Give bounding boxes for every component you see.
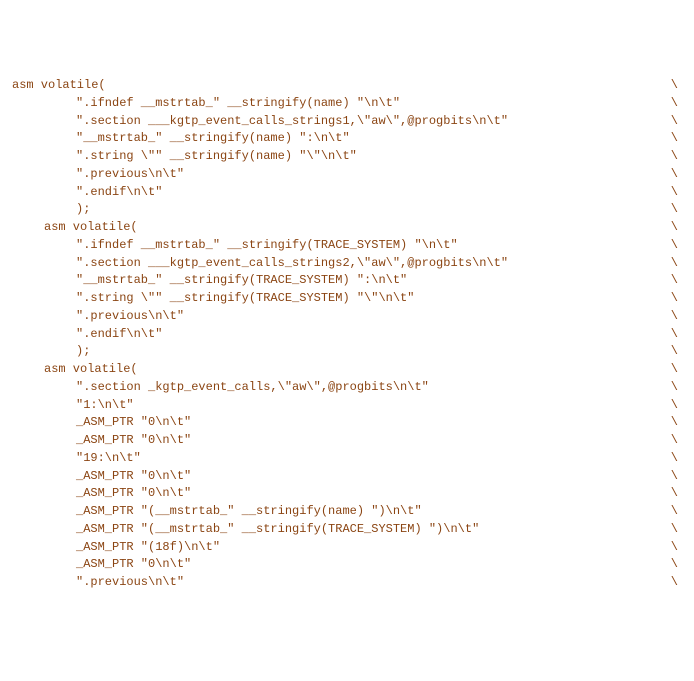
continuation-backslash: \ xyxy=(671,166,682,184)
code-line-text: ); xyxy=(12,201,90,219)
code-line-text: ".section ___kgtp_event_calls_strings2,\… xyxy=(12,255,508,273)
continuation-backslash: \ xyxy=(671,201,682,219)
code-line-text: "19:\n\t" xyxy=(12,450,141,468)
continuation-backslash: \ xyxy=(671,468,682,486)
code-line: ".previous\n\t" \ xyxy=(12,166,682,184)
continuation-backslash: \ xyxy=(671,326,682,344)
code-block: asm volatile( \ ".ifndef __mstrtab_" __str… xyxy=(12,77,682,592)
code-line: _ASM_PTR "0\n\t" \ xyxy=(12,414,682,432)
code-line: "__mstrtab_" __stringify(name) ":\n\t" \ xyxy=(12,130,682,148)
continuation-backslash: \ xyxy=(671,361,682,379)
code-line: ".previous\n\t" \ xyxy=(12,574,682,592)
code-line-text: asm volatile( xyxy=(12,219,138,237)
continuation-backslash: \ xyxy=(671,184,682,202)
code-line: _ASM_PTR "0\n\t" \ xyxy=(12,556,682,574)
code-line-text: ".section _kgtp_event_calls,\"aw\",@prog… xyxy=(12,379,429,397)
continuation-backslash: \ xyxy=(671,95,682,113)
code-line: _ASM_PTR "0\n\t" \ xyxy=(12,468,682,486)
continuation-backslash: \ xyxy=(671,290,682,308)
continuation-backslash: \ xyxy=(671,113,682,131)
continuation-backslash: \ xyxy=(671,219,682,237)
code-line: asm volatile( \ xyxy=(12,361,682,379)
continuation-backslash: \ xyxy=(671,521,682,539)
code-line: _ASM_PTR "(__mstrtab_" __stringify(name)… xyxy=(12,503,682,521)
code-line: ".previous\n\t" \ xyxy=(12,308,682,326)
code-line: ".string \"" __stringify(name) "\"\n\t" \ xyxy=(12,148,682,166)
code-line: ".endif\n\t" \ xyxy=(12,184,682,202)
code-line: ".string \"" __stringify(TRACE_SYSTEM) "… xyxy=(12,290,682,308)
code-line: _ASM_PTR "(18f)\n\t" \ xyxy=(12,539,682,557)
continuation-backslash: \ xyxy=(671,255,682,273)
code-line-text: ".ifndef __mstrtab_" __stringify(name) "… xyxy=(12,95,400,113)
continuation-backslash: \ xyxy=(671,379,682,397)
continuation-backslash: \ xyxy=(671,432,682,450)
code-line: "19:\n\t" \ xyxy=(12,450,682,468)
code-line-text: ".string \"" __stringify(name) "\"\n\t" xyxy=(12,148,357,166)
code-line: "__mstrtab_" __stringify(TRACE_SYSTEM) "… xyxy=(12,272,682,290)
code-line-text: _ASM_PTR "(__mstrtab_" __stringify(TRACE… xyxy=(12,521,479,539)
continuation-backslash: \ xyxy=(671,343,682,361)
code-line: asm volatile( \ xyxy=(12,219,682,237)
code-line-text: ".endif\n\t" xyxy=(12,326,162,344)
continuation-backslash: \ xyxy=(671,237,682,255)
code-line: _ASM_PTR "0\n\t" \ xyxy=(12,432,682,450)
code-line: asm volatile( \ xyxy=(12,77,682,95)
continuation-backslash: \ xyxy=(671,485,682,503)
code-line: ); \ xyxy=(12,201,682,219)
continuation-backslash: \ xyxy=(671,503,682,521)
continuation-backslash: \ xyxy=(671,574,682,592)
continuation-backslash: \ xyxy=(671,414,682,432)
code-line-text: ".previous\n\t" xyxy=(12,308,184,326)
code-line-text: _ASM_PTR "(18f)\n\t" xyxy=(12,539,220,557)
code-line: "1:\n\t" \ xyxy=(12,397,682,415)
code-line: ".ifndef __mstrtab_" __stringify(name) "… xyxy=(12,95,682,113)
continuation-backslash: \ xyxy=(671,556,682,574)
code-line: ); \ xyxy=(12,343,682,361)
code-line: _ASM_PTR "0\n\t" \ xyxy=(12,485,682,503)
code-line-text: asm volatile( xyxy=(12,361,138,379)
continuation-backslash: \ xyxy=(671,272,682,290)
code-line-text: ); xyxy=(12,343,90,361)
code-line-text: _ASM_PTR "0\n\t" xyxy=(12,432,191,450)
code-line-text: asm volatile( xyxy=(12,77,106,95)
code-line-text: "__mstrtab_" __stringify(name) ":\n\t" xyxy=(12,130,350,148)
continuation-backslash: \ xyxy=(671,308,682,326)
code-line-text: _ASM_PTR "0\n\t" xyxy=(12,556,191,574)
code-line-text: ".endif\n\t" xyxy=(12,184,162,202)
continuation-backslash: \ xyxy=(671,450,682,468)
code-line: ".section ___kgtp_event_calls_strings1,\… xyxy=(12,113,682,131)
code-line-text: _ASM_PTR "0\n\t" xyxy=(12,414,191,432)
code-line-text: _ASM_PTR "0\n\t" xyxy=(12,485,191,503)
code-line: _ASM_PTR "(__mstrtab_" __stringify(TRACE… xyxy=(12,521,682,539)
code-line-text: _ASM_PTR "(__mstrtab_" __stringify(name)… xyxy=(12,503,422,521)
code-line-text: ".string \"" __stringify(TRACE_SYSTEM) "… xyxy=(12,290,414,308)
code-line: ".endif\n\t" \ xyxy=(12,326,682,344)
continuation-backslash: \ xyxy=(671,539,682,557)
code-line-text: "__mstrtab_" __stringify(TRACE_SYSTEM) "… xyxy=(12,272,407,290)
code-line-text: _ASM_PTR "0\n\t" xyxy=(12,468,191,486)
code-line-text: "1:\n\t" xyxy=(12,397,134,415)
continuation-backslash: \ xyxy=(671,130,682,148)
continuation-backslash: \ xyxy=(671,148,682,166)
continuation-backslash: \ xyxy=(671,397,682,415)
continuation-backslash: \ xyxy=(671,77,682,95)
code-line-text: ".previous\n\t" xyxy=(12,574,184,592)
code-line-text: ".section ___kgtp_event_calls_strings1,\… xyxy=(12,113,508,131)
code-line: ".section _kgtp_event_calls,\"aw\",@prog… xyxy=(12,379,682,397)
code-line-text: ".previous\n\t" xyxy=(12,166,184,184)
code-line-text: ".ifndef __mstrtab_" __stringify(TRACE_S… xyxy=(12,237,458,255)
code-line: ".section ___kgtp_event_calls_strings2,\… xyxy=(12,255,682,273)
code-line: ".ifndef __mstrtab_" __stringify(TRACE_S… xyxy=(12,237,682,255)
